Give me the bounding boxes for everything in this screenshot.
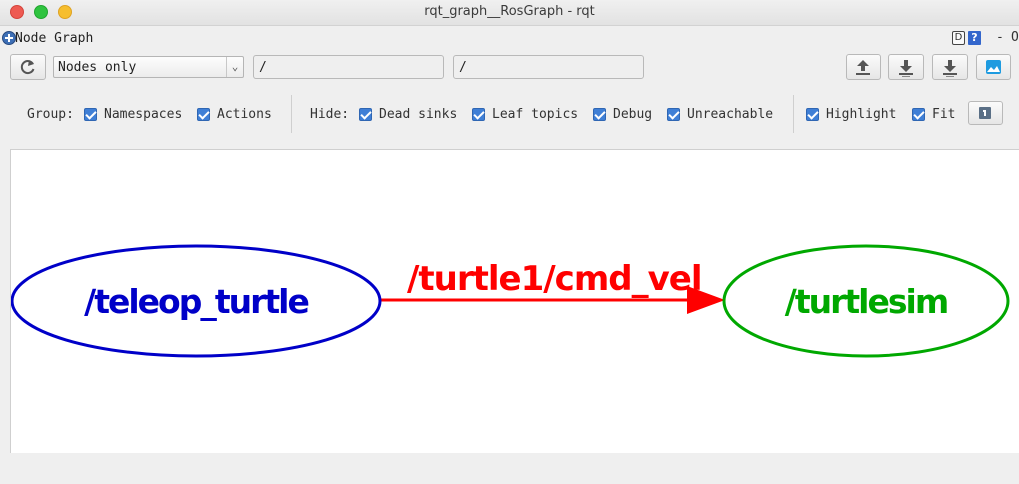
highlight-checkbox[interactable]: [806, 108, 819, 121]
node-label-teleop-turtle[interactable]: /teleop_turtle: [84, 282, 310, 321]
actions-label[interactable]: Actions: [217, 107, 272, 122]
edge-label-cmd-vel[interactable]: /turtle1/cmd_vel: [407, 259, 702, 299]
save-svg-button[interactable]: [932, 54, 968, 80]
window-title: rqt_graph__RosGraph - rqt: [424, 4, 595, 19]
plugin-icon: [2, 31, 16, 45]
chevron-down-icon: ⌄: [226, 57, 243, 77]
node-filter-input[interactable]: [253, 55, 444, 79]
download-icon: [899, 60, 913, 77]
namespaces-label[interactable]: Namespaces: [104, 107, 182, 122]
image-icon: [986, 60, 1001, 74]
unreachable-checkbox[interactable]: [667, 108, 680, 121]
save-dot-button[interactable]: [888, 54, 924, 80]
actions-checkbox[interactable]: [197, 108, 210, 121]
hide-label: Hide:: [310, 107, 350, 122]
load-dot-button[interactable]: [846, 54, 881, 80]
leaf-topics-checkbox[interactable]: [472, 108, 485, 121]
close-plugin-button[interactable]: O: [1011, 30, 1019, 45]
dead-sinks-checkbox[interactable]: [359, 108, 372, 121]
unreachable-label[interactable]: Unreachable: [687, 107, 773, 122]
highlight-label[interactable]: Highlight: [826, 107, 896, 122]
display-mode-select[interactable]: Nodes only ⌄: [53, 56, 244, 78]
node-filter-field[interactable]: [254, 56, 443, 78]
debug-checkbox[interactable]: [593, 108, 606, 121]
fit-view-icon: [979, 107, 991, 119]
node-label-turtlesim[interactable]: /turtlesim: [785, 282, 949, 321]
debug-label[interactable]: Debug: [613, 107, 652, 122]
topic-filter-input[interactable]: [453, 55, 644, 79]
dead-sinks-label[interactable]: Dead sinks: [379, 107, 457, 122]
fit-in-view-button[interactable]: [968, 101, 1003, 125]
save-image-button[interactable]: [976, 54, 1011, 80]
refresh-icon: [20, 60, 35, 75]
plugin-header: Node Graph D ? - O: [0, 28, 1019, 50]
topic-filter-field[interactable]: [454, 56, 643, 78]
plugin-title: Node Graph: [15, 31, 94, 46]
group-label: Group:: [27, 107, 74, 122]
minimize-plugin-button[interactable]: -: [996, 30, 1004, 45]
fit-checkbox[interactable]: [912, 108, 925, 121]
separator: [291, 95, 292, 133]
display-mode-value: Nodes only: [58, 60, 137, 75]
graph-canvas[interactable]: /turtle1/cmd_vel /teleop_turtle /turtles…: [10, 149, 1019, 453]
refresh-button[interactable]: [10, 54, 46, 80]
download-icon: [943, 60, 957, 77]
separator: [793, 95, 794, 133]
graph-svg: /turtle1/cmd_vel /teleop_turtle /turtles…: [11, 244, 1010, 358]
title-bar: rqt_graph__RosGraph - rqt: [0, 0, 1019, 26]
namespaces-checkbox[interactable]: [84, 108, 97, 121]
leaf-topics-label[interactable]: Leaf topics: [492, 107, 578, 122]
help-button[interactable]: ?: [968, 31, 981, 45]
upload-icon: [856, 60, 870, 75]
fit-label[interactable]: Fit: [932, 107, 955, 122]
rqt-window: rqt_graph__RosGraph - rqt Node Graph D ?…: [0, 0, 1019, 484]
dock-toggle-button[interactable]: D: [952, 31, 965, 45]
